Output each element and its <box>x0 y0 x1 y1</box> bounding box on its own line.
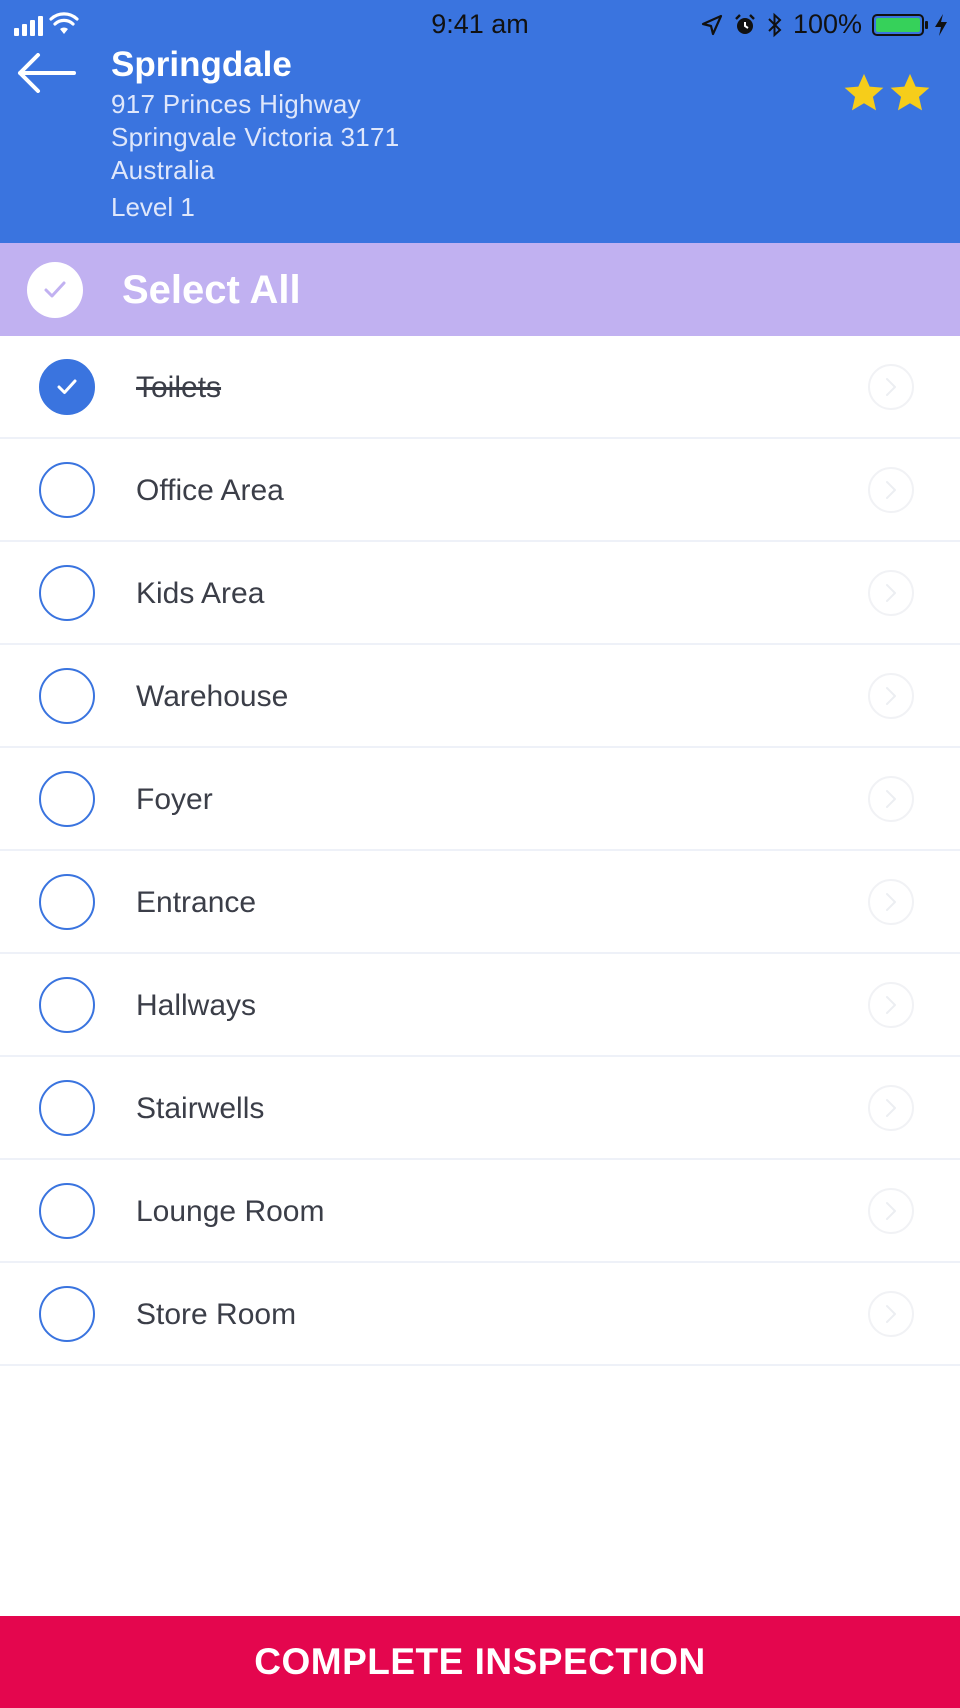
list-item[interactable]: Stairwells <box>0 1057 960 1160</box>
area-label: Entrance <box>136 886 257 919</box>
select-all-row[interactable]: Select All <box>0 243 960 336</box>
list-item[interactable]: Entrance <box>0 851 960 954</box>
header: 9:41 am 100% Springdale 917 Princes High… <box>0 0 960 243</box>
chevron-right-icon[interactable] <box>868 982 914 1028</box>
arrow-left-icon <box>18 53 76 93</box>
address-line-1: 917 Princes Highway <box>111 89 361 119</box>
inspection-screen: 9:41 am 100% Springdale 917 Princes High… <box>0 0 960 1708</box>
charging-bolt-icon <box>935 13 947 36</box>
select-all-checkbox[interactable] <box>27 262 83 318</box>
address-line-2: Springvale Victoria 3171 <box>111 122 400 152</box>
area-checkbox[interactable] <box>39 1080 95 1136</box>
star-icon <box>844 73 884 111</box>
area-list: Toilets Office Area Kids Area Warehouse Foye… <box>0 336 960 1366</box>
chevron-right-icon[interactable] <box>868 673 914 719</box>
area-checkbox[interactable] <box>39 874 95 930</box>
area-checkbox[interactable] <box>39 1286 95 1342</box>
select-all-label: Select All <box>122 268 301 312</box>
area-label: Lounge Room <box>136 1195 325 1228</box>
chevron-right-icon[interactable] <box>868 776 914 822</box>
list-item[interactable]: Toilets <box>0 336 960 439</box>
complete-inspection-button[interactable]: COMPLETE INSPECTION <box>0 1616 960 1708</box>
chevron-right-icon[interactable] <box>868 570 914 616</box>
area-label: Foyer <box>136 783 213 816</box>
area-checkbox[interactable] <box>39 668 95 724</box>
area-label: Warehouse <box>136 680 289 713</box>
level-label: Level 1 <box>111 192 195 222</box>
chevron-right-icon[interactable] <box>868 1188 914 1234</box>
chevron-right-icon[interactable] <box>868 364 914 410</box>
list-item[interactable]: Office Area <box>0 439 960 542</box>
bluetooth-icon <box>768 12 782 37</box>
back-button[interactable] <box>14 50 78 96</box>
area-label: Store Room <box>136 1298 297 1331</box>
list-item[interactable]: Lounge Room <box>0 1160 960 1263</box>
chevron-right-icon[interactable] <box>868 1085 914 1131</box>
list-item[interactable]: Warehouse <box>0 645 960 748</box>
battery-percent: 100% <box>792 9 862 39</box>
checkmark-icon <box>44 281 66 298</box>
chevron-right-icon[interactable] <box>868 467 914 513</box>
checkmark-icon <box>57 379 77 394</box>
area-label: Hallways <box>136 989 257 1022</box>
area-checkbox[interactable] <box>39 771 95 827</box>
alarm-icon <box>735 13 755 34</box>
site-details: Springdale 917 Princes Highway Springval… <box>111 42 400 224</box>
area-checkbox[interactable] <box>39 462 95 518</box>
area-checkbox[interactable] <box>39 1183 95 1239</box>
star-rating <box>842 72 932 114</box>
area-label: Stairwells <box>136 1092 265 1125</box>
address-line-3: Australia <box>111 155 215 185</box>
area-checkbox[interactable] <box>39 565 95 621</box>
site-title: Springdale <box>111 45 292 84</box>
star-icon <box>890 73 930 111</box>
area-checkbox[interactable] <box>39 359 95 415</box>
list-item[interactable]: Foyer <box>0 748 960 851</box>
battery-icon <box>872 13 928 36</box>
chevron-right-icon[interactable] <box>868 879 914 925</box>
list-item[interactable]: Kids Area <box>0 542 960 645</box>
chevron-right-icon[interactable] <box>868 1291 914 1337</box>
area-label: Kids Area <box>136 577 265 610</box>
area-label: Toilets <box>136 371 222 404</box>
list-item[interactable]: Hallways <box>0 954 960 1057</box>
location-arrow-icon <box>701 14 723 35</box>
area-label: Office Area <box>136 474 284 507</box>
area-checkbox[interactable] <box>39 977 95 1033</box>
status-right: 100% <box>701 9 948 40</box>
list-item[interactable]: Store Room <box>0 1263 960 1366</box>
